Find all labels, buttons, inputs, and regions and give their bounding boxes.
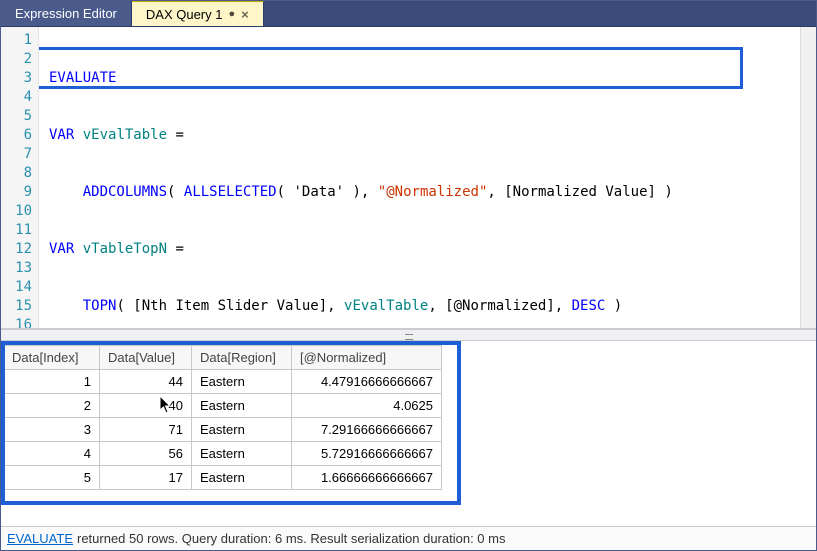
tab-expression-editor[interactable]: Expression Editor	[1, 1, 132, 26]
table-row[interactable]: 371Eastern7.29166666666667	[4, 418, 442, 442]
table-row[interactable]: 517Eastern1.66666666666667	[4, 466, 442, 490]
close-tab-icon[interactable]: ×	[241, 7, 249, 22]
col-header[interactable]: Data[Region]	[192, 346, 292, 370]
tab-label: DAX Query 1	[146, 7, 223, 22]
results-table[interactable]: Data[Index] Data[Value] Data[Region] [@N…	[3, 345, 442, 490]
splitter-handle[interactable]	[1, 329, 816, 341]
col-header[interactable]: Data[Index]	[4, 346, 100, 370]
code-editor[interactable]: 1234 5678 9101112 13141516 EVALUATE VAR …	[1, 27, 816, 329]
dirty-indicator-icon: ●	[228, 8, 235, 20]
table-header-row: Data[Index] Data[Value] Data[Region] [@N…	[4, 346, 442, 370]
status-text: returned 50 rows. Query duration: 6 ms. …	[77, 531, 505, 546]
table-row[interactable]: 240Eastern4.0625	[4, 394, 442, 418]
tab-bar: Expression Editor DAX Query 1 ● ×	[1, 1, 816, 27]
table-row[interactable]: 144Eastern4.47916666666667	[4, 370, 442, 394]
line-number-gutter: 1234 5678 9101112 13141516	[1, 27, 39, 328]
code-area[interactable]: EVALUATE VAR vEvalTable = ADDCOLUMNS( AL…	[39, 27, 816, 328]
col-header[interactable]: [@Normalized]	[292, 346, 442, 370]
tab-label: Expression Editor	[15, 6, 117, 21]
status-evaluate-link[interactable]: EVALUATE	[7, 531, 73, 546]
vertical-scrollbar[interactable]	[800, 27, 816, 328]
results-grid: Data[Index] Data[Value] Data[Region] [@N…	[1, 341, 816, 526]
table-row[interactable]: 456Eastern5.72916666666667	[4, 442, 442, 466]
tab-dax-query[interactable]: DAX Query 1 ● ×	[132, 1, 264, 26]
status-bar: EVALUATE returned 50 rows. Query duratio…	[1, 526, 816, 550]
col-header[interactable]: Data[Value]	[100, 346, 192, 370]
